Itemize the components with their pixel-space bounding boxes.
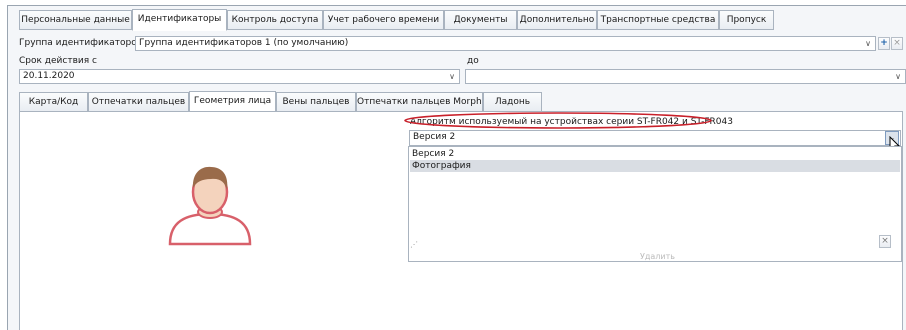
tab-time-tracking[interactable]: Учет рабочего времени (323, 10, 444, 30)
tab-pass[interactable]: Пропуск (719, 10, 774, 30)
person-avatar-icon (168, 166, 252, 246)
subtab-finger-veins[interactable]: Вены пальцев (276, 92, 356, 112)
subtab-fingerprints[interactable]: Отпечатки пальцев (88, 92, 189, 112)
add-group-button[interactable]: + (878, 37, 890, 50)
subtab-face-geometry[interactable]: Геометрия лица (189, 91, 276, 112)
date-to-input[interactable]: ∨ (465, 69, 906, 84)
group-select-value: Группа идентификаторов 1 (по умолчанию) (139, 38, 349, 48)
chevron-down-icon[interactable]: ∨ (446, 71, 458, 82)
group-select[interactable]: Группа идентификаторов 1 (по умолчанию) … (135, 36, 876, 51)
validity-from-label: Срок действия с (19, 56, 97, 66)
group-label: Группа идентификаторов (19, 38, 143, 48)
tab-personal-data[interactable]: Персональные данные (19, 10, 132, 30)
subtab-palm[interactable]: Ладонь (483, 92, 542, 112)
chevron-down-icon[interactable]: ∨ (862, 38, 874, 49)
dropdown-option[interactable]: Версия 2 (410, 148, 900, 160)
validity-to-label: до (467, 56, 479, 66)
clear-group-button[interactable]: × (891, 37, 903, 50)
tab-documents[interactable]: Документы (444, 10, 517, 30)
tab-access-control[interactable]: Контроль доступа (227, 10, 323, 30)
tab-identifiers[interactable]: Идентификаторы (132, 9, 227, 31)
delete-label: Удалить (640, 252, 675, 261)
subtab-morpho-fingerprints[interactable]: Отпечатки пальцев Morpho (356, 92, 483, 112)
subtab-card-code[interactable]: Карта/Код (19, 92, 88, 112)
tab-vehicles[interactable]: Транспортные средства (597, 10, 719, 30)
date-from-value: 20.11.2020 (23, 71, 75, 81)
chevron-down-icon[interactable]: ∨ (892, 71, 904, 82)
date-from-input[interactable]: 20.11.2020 ∨ (19, 69, 460, 84)
tab-additional[interactable]: Дополнительно (517, 10, 597, 30)
resize-grip-icon[interactable]: ⋰ (410, 240, 418, 249)
algorithm-select-value: Версия 2 (413, 132, 456, 142)
highlight-ellipse (404, 112, 712, 129)
close-icon[interactable]: × (879, 235, 891, 248)
dropdown-option-highlighted[interactable]: Фотография (410, 160, 900, 172)
algorithm-select[interactable]: Версия 2 ⌄ (409, 130, 901, 146)
